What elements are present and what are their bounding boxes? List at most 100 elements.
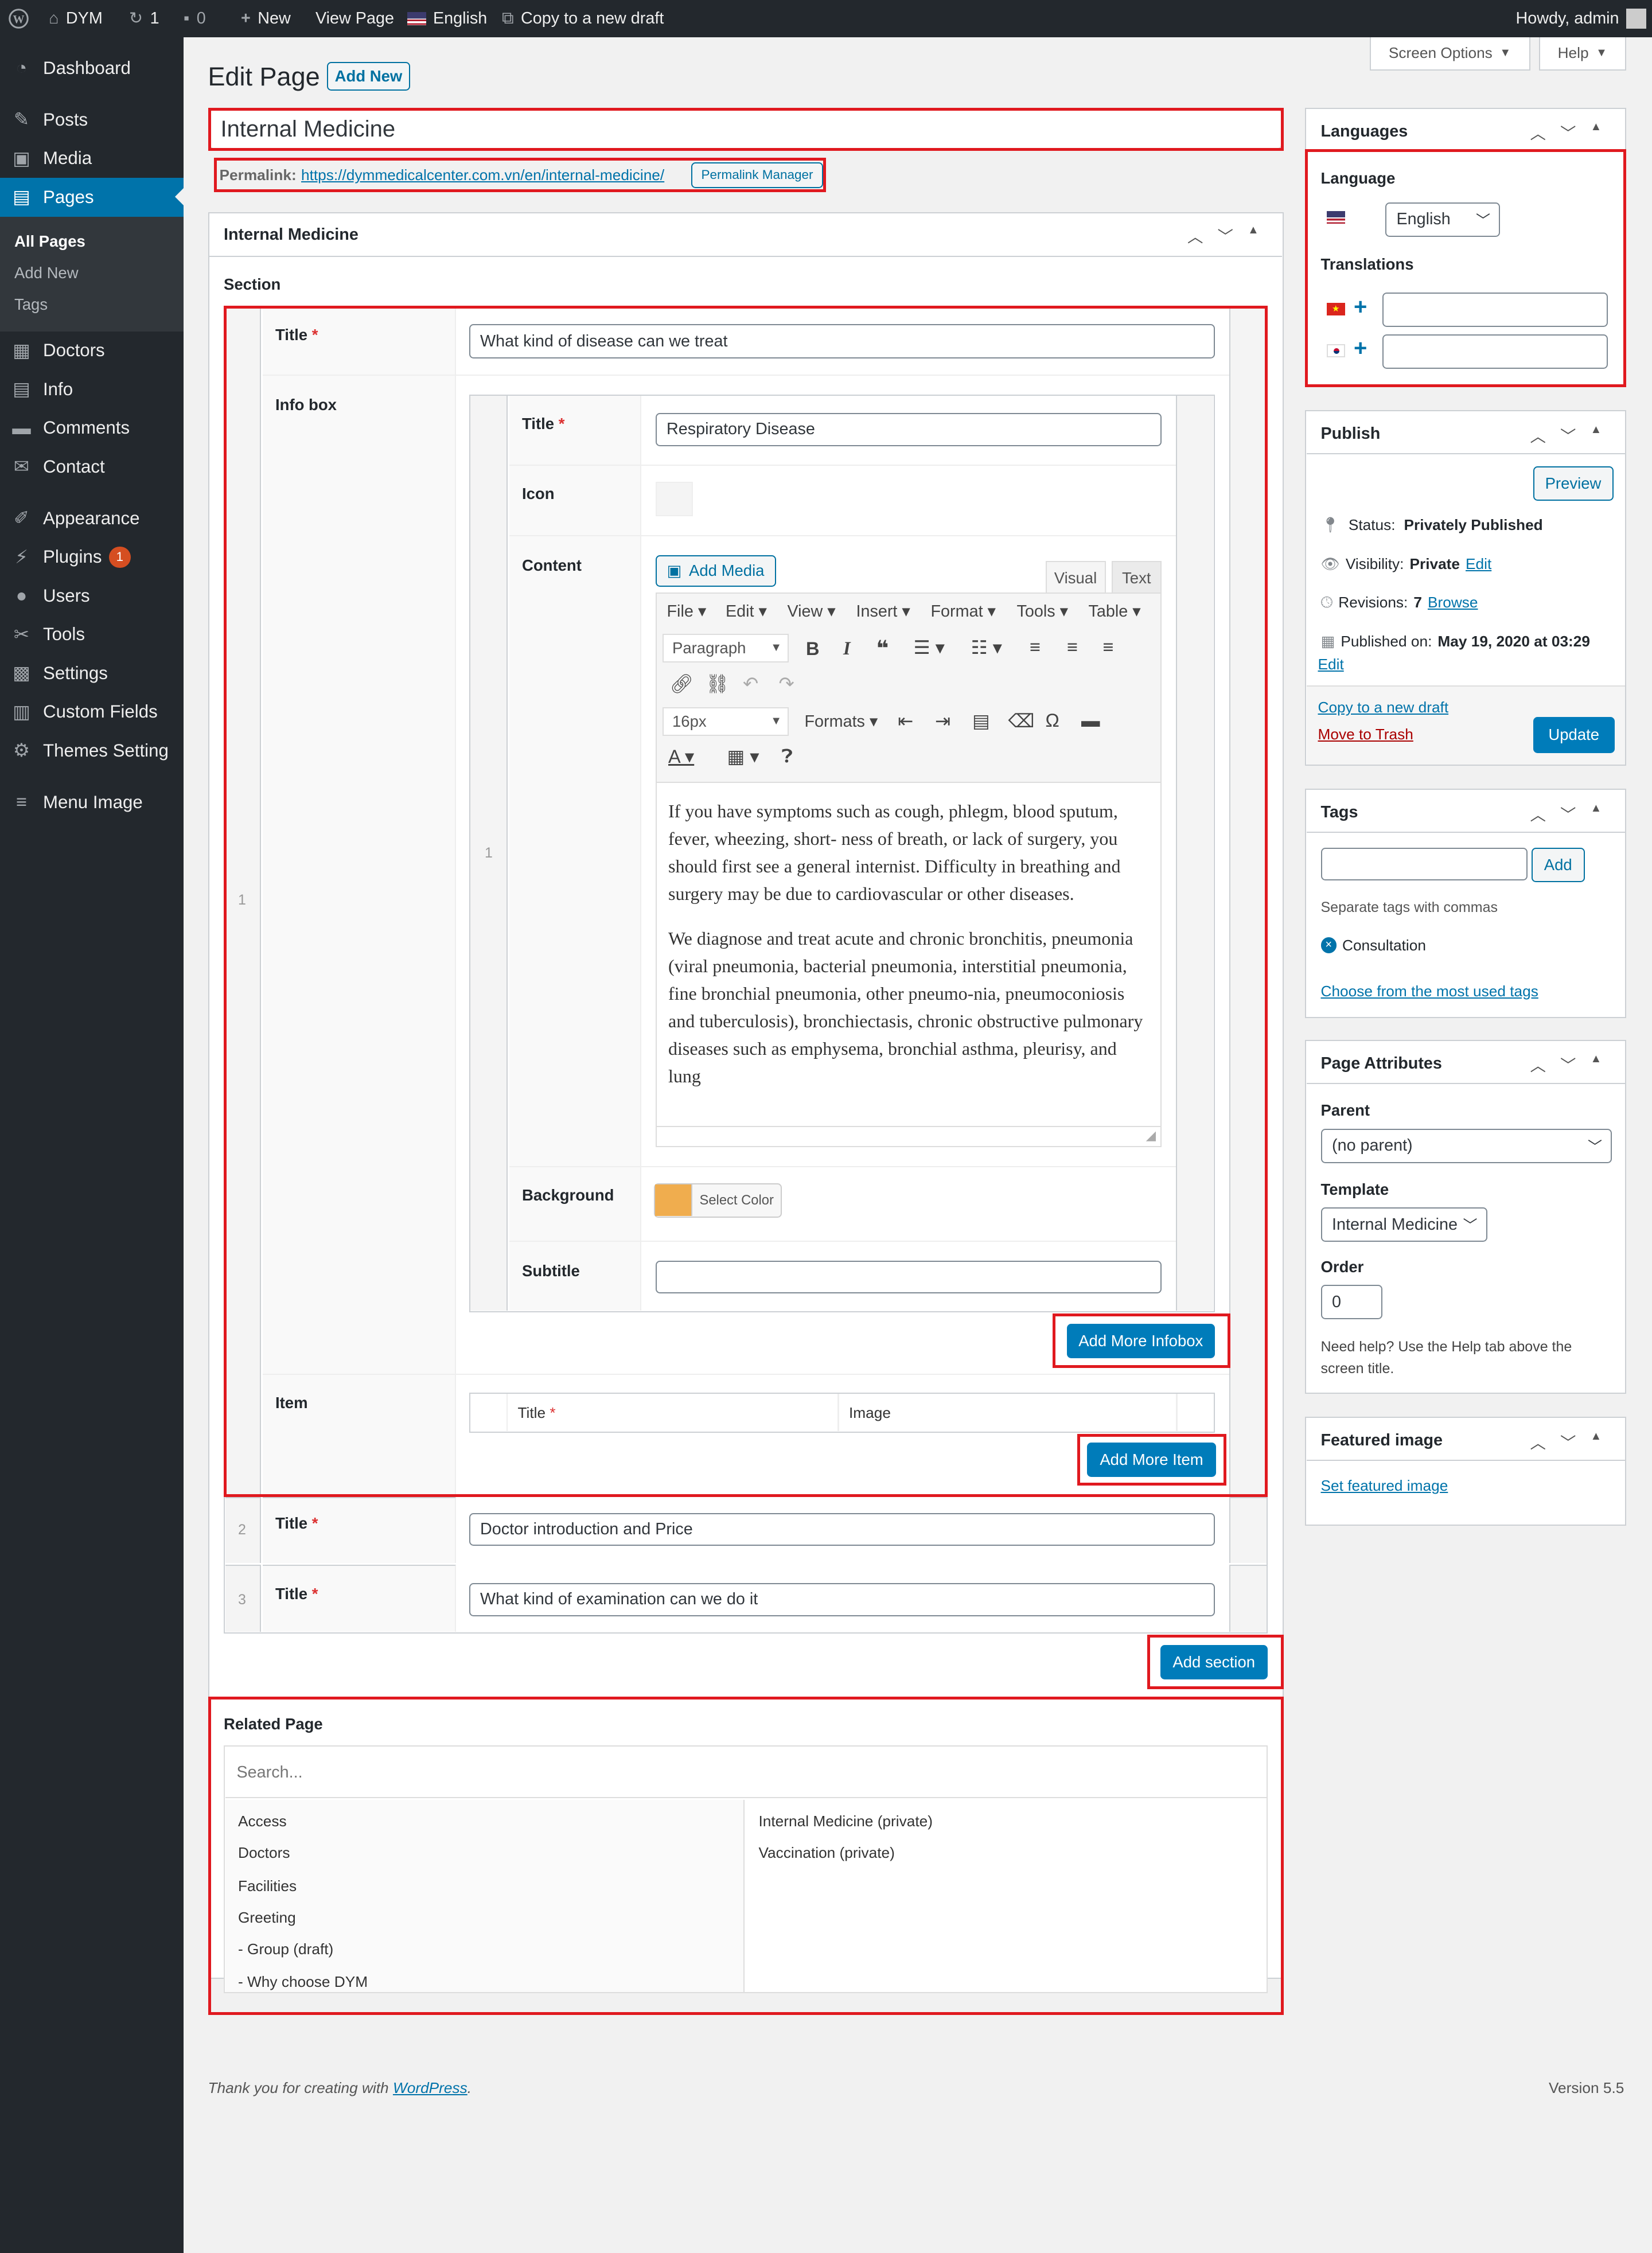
indent-icon[interactable]: ⇥: [935, 710, 950, 732]
menu-tools[interactable]: ✂ Tools: [0, 615, 184, 654]
move-to-trash-link[interactable]: Move to Trash: [1318, 726, 1413, 743]
menu-custom-fields[interactable]: ▥ Custom Fields: [0, 693, 184, 732]
related-choice[interactable]: Greeting: [238, 1909, 296, 1927]
add-media-button[interactable]: ▣ Add Media: [655, 555, 776, 587]
row-remove-handle-3[interactable]: [1229, 1564, 1267, 1632]
related-choice[interactable]: Doctors: [238, 1844, 290, 1862]
editor-content[interactable]: If you have symptoms such as cough, phle…: [657, 781, 1160, 1126]
row3-title-input[interactable]: What kind of examination can we do it: [469, 1583, 1215, 1616]
paragraph-select[interactable]: Paragraph ▼: [663, 634, 789, 662]
row2-title-input[interactable]: Doctor introduction and Price: [469, 1513, 1215, 1546]
language-switch-link[interactable]: English: [407, 0, 487, 37]
menu-doctors[interactable]: ▦ Doctors: [0, 332, 184, 371]
wordpress-logo-icon[interactable]: W: [9, 0, 29, 37]
remove-tag-icon[interactable]: ×: [1320, 937, 1337, 953]
account-menu[interactable]: Howdy, admin: [1516, 0, 1647, 37]
chevron-up-icon[interactable]: ︿: [1530, 1430, 1546, 1453]
post-title-input[interactable]: Internal Medicine: [209, 109, 1282, 149]
image-placeholder-icon[interactable]: [655, 482, 693, 516]
chevron-up-icon[interactable]: ︿: [1530, 120, 1546, 143]
align-right-icon[interactable]: ≡: [1103, 637, 1114, 658]
add-more-item-button[interactable]: Add More Item: [1087, 1443, 1216, 1477]
copy-draft-link[interactable]: Copy to a new draft: [1318, 699, 1449, 716]
toggle-arrow-icon[interactable]: ▲: [1591, 423, 1602, 446]
bullet-list-icon[interactable]: ☰ ▾: [914, 637, 945, 658]
menu-users[interactable]: ● Users: [0, 576, 184, 615]
chevron-down-icon[interactable]: ﹀: [1560, 802, 1576, 825]
preview-button[interactable]: Preview: [1533, 466, 1614, 501]
undo-icon[interactable]: ↶: [743, 673, 758, 695]
link-icon[interactable]: 🔗︎: [670, 673, 693, 695]
bold-icon[interactable]: B: [806, 638, 819, 660]
color-picker-button[interactable]: Select Color: [654, 1183, 782, 1218]
hr-icon[interactable]: ▬: [1081, 710, 1100, 731]
infobox-remove-handle[interactable]: [1176, 396, 1213, 1311]
copy-draft-link[interactable]: ⧉ Copy to a new draft: [502, 0, 664, 37]
related-choice[interactable]: Access: [238, 1812, 287, 1830]
editor-menu-table[interactable]: Table ▾: [1089, 601, 1141, 621]
menu-pages[interactable]: ▤ Pages: [0, 178, 184, 217]
formats-dropdown[interactable]: Formats ▾: [805, 711, 878, 731]
editor-menu-view[interactable]: View ▾: [788, 601, 836, 621]
chevron-up-icon[interactable]: ︿: [1530, 423, 1546, 446]
add-new-button[interactable]: Add New: [327, 61, 410, 91]
submenu-tags[interactable]: Tags: [14, 295, 48, 314]
view-page-link[interactable]: View Page: [315, 0, 394, 37]
screen-options-button[interactable]: Screen Options ▼: [1369, 37, 1530, 71]
wordpress-link[interactable]: WordPress: [393, 2079, 467, 2096]
visual-tab[interactable]: Visual: [1045, 560, 1106, 594]
add-translation-vi-icon[interactable]: +: [1354, 294, 1367, 320]
translation-ko-input[interactable]: [1382, 334, 1608, 369]
italic-icon[interactable]: I: [843, 638, 851, 660]
menu-dashboard[interactable]: ◔ Dashboard: [0, 49, 184, 88]
align-left-icon[interactable]: ≡: [1030, 637, 1041, 658]
toggle-arrow-icon[interactable]: ▲: [1248, 224, 1259, 247]
text-tab[interactable]: Text: [1111, 560, 1162, 594]
editor-menu-file[interactable]: File ▾: [667, 601, 707, 621]
add-section-button[interactable]: Add section: [1160, 1644, 1268, 1679]
menu-contact[interactable]: ✉ Contact: [0, 447, 184, 486]
add-more-infobox-button[interactable]: Add More Infobox: [1067, 1323, 1215, 1358]
menu-info[interactable]: ▤ Info: [0, 370, 184, 409]
site-name-link[interactable]: ⌂ DYM: [49, 0, 103, 37]
chevron-down-icon[interactable]: ﹀: [1560, 423, 1576, 446]
chevron-down-icon[interactable]: ﹀: [1560, 1430, 1576, 1453]
blockquote-icon[interactable]: ❝: [876, 636, 889, 661]
editor-menu-edit[interactable]: Edit ▾: [726, 601, 767, 621]
font-size-select[interactable]: 16px ▼: [663, 707, 789, 736]
chevron-down-icon[interactable]: ﹀: [1560, 120, 1576, 143]
toggle-arrow-icon[interactable]: ▲: [1591, 1430, 1602, 1453]
row-remove-handle-1[interactable]: [1229, 307, 1267, 1496]
menu-menu-image[interactable]: ≡ Menu Image: [0, 783, 184, 822]
chevron-up-icon[interactable]: ︿: [1187, 224, 1203, 247]
language-select[interactable]: English ﹀: [1385, 202, 1500, 237]
eraser-icon[interactable]: ⌫: [1008, 710, 1035, 732]
browse-revisions-link[interactable]: Browse: [1428, 594, 1478, 612]
resize-handle-icon[interactable]: ◢: [1146, 1128, 1156, 1143]
permalink-url-link[interactable]: https://dymmedicalcenter.com.vn/en/inter…: [301, 166, 664, 184]
table-icon[interactable]: ▦ ▾: [727, 746, 759, 767]
submenu-add-new[interactable]: Add New: [14, 264, 79, 282]
editor-menu-insert[interactable]: Insert ▾: [856, 601, 910, 621]
infobox-title-input[interactable]: Respiratory Disease: [655, 413, 1162, 446]
related-search-input[interactable]: Search...: [225, 1747, 1267, 1798]
updates-link[interactable]: ↻ 1: [129, 0, 159, 37]
omega-icon[interactable]: Ω: [1046, 710, 1059, 731]
redo-icon[interactable]: ↷: [779, 673, 794, 695]
toggle-arrow-icon[interactable]: ▲: [1591, 802, 1602, 825]
outdent-icon[interactable]: ⇤: [898, 710, 913, 732]
set-featured-image-link[interactable]: Set featured image: [1321, 1477, 1448, 1495]
tag-input[interactable]: [1320, 847, 1528, 880]
menu-settings[interactable]: ▩ Settings: [0, 654, 184, 693]
related-choice[interactable]: Facilities: [238, 1877, 297, 1895]
menu-media[interactable]: ▣ Media: [0, 139, 184, 178]
order-input[interactable]: 0: [1320, 1285, 1382, 1319]
editor-menu-tools[interactable]: Tools ▾: [1017, 601, 1069, 621]
paste-icon[interactable]: ▤: [972, 710, 990, 732]
edit-visibility-link[interactable]: Edit: [1466, 555, 1491, 573]
chevron-down-icon[interactable]: ﹀: [1560, 1053, 1576, 1075]
help-icon[interactable]: ❓︎: [782, 746, 793, 767]
template-select[interactable]: Internal Medicine ﹀: [1320, 1207, 1487, 1242]
help-button[interactable]: Help ▼: [1538, 37, 1626, 71]
parent-select[interactable]: (no parent) ﹀: [1320, 1128, 1612, 1163]
